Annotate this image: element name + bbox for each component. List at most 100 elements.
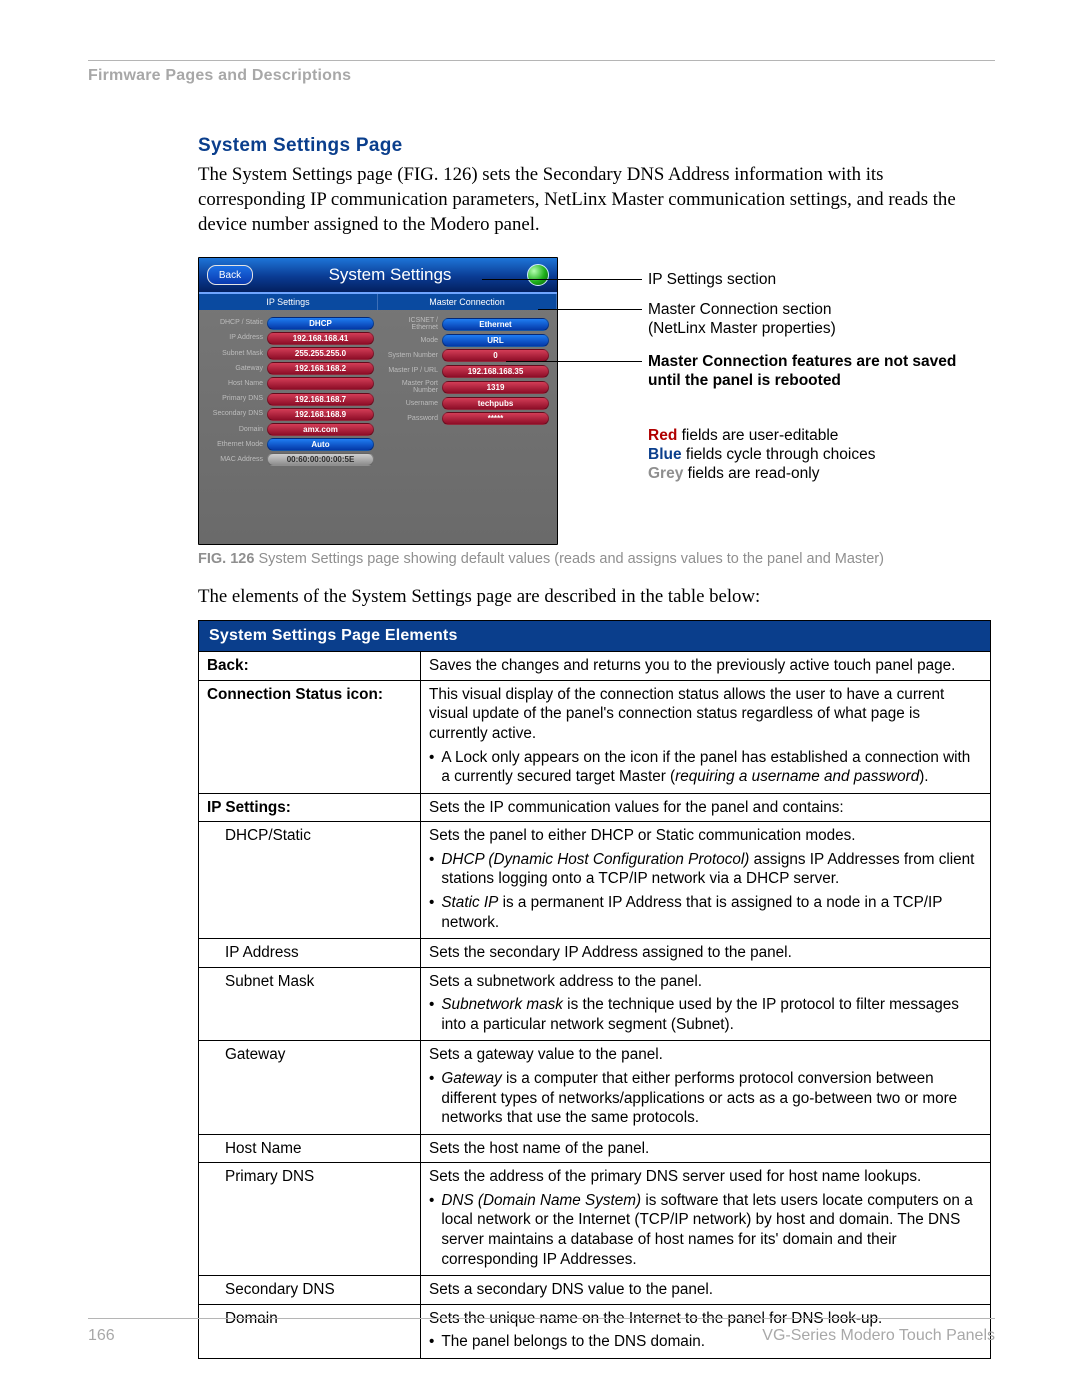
page-number: 166 xyxy=(88,1327,115,1345)
field-row: Username techpubs xyxy=(382,397,549,410)
table-row: DHCP/StaticSets the panel to either DHCP… xyxy=(199,822,991,939)
field-label: Primary DNS xyxy=(207,395,263,403)
figure-caption: FIG. 126 System Settings page showing de… xyxy=(198,551,991,567)
callout-reboot-note: Master Connection features are not saved… xyxy=(648,353,991,391)
field-row: System Number 0 xyxy=(382,349,549,362)
legend-grey: Grey xyxy=(648,465,683,482)
row-desc: Sets a secondary DNS value to the panel. xyxy=(421,1276,991,1305)
field-row: Master IP / URL 192.168.168.35 xyxy=(382,365,549,378)
table-row: Primary DNSSets the address of the prima… xyxy=(199,1163,991,1276)
page-header: Firmware Pages and Descriptions xyxy=(88,67,995,85)
row-desc: Sets the host name of the panel. xyxy=(421,1134,991,1163)
field-row: Password ***** xyxy=(382,412,549,425)
table-intro: The elements of the System Settings page… xyxy=(198,585,991,610)
field-label: Password xyxy=(382,415,438,423)
field-value[interactable]: 192.168.168.9 xyxy=(267,408,374,421)
row-label: IP Settings: xyxy=(199,793,421,822)
row-label: Connection Status icon: xyxy=(199,680,421,793)
row-label: Host Name xyxy=(199,1134,421,1163)
table-row: IP AddressSets the secondary IP Address … xyxy=(199,939,991,968)
field-value[interactable]: 192.168.168.7 xyxy=(267,393,374,406)
callout-master-connection: Master Connection section xyxy=(648,301,832,318)
field-row: Mode URL xyxy=(382,334,549,347)
section-ip-settings: IP Settings xyxy=(199,294,378,310)
table-row: Subnet MaskSets a subnetwork address to … xyxy=(199,967,991,1041)
field-value[interactable]: techpubs xyxy=(442,397,549,410)
field-label: Ethernet Mode xyxy=(207,441,263,449)
legend-red: Red xyxy=(648,427,677,444)
section-master-connection: Master Connection xyxy=(378,294,557,310)
field-label: IP Address xyxy=(207,334,263,342)
row-label: IP Address xyxy=(199,939,421,968)
table-row: GatewaySets a gateway value to the panel… xyxy=(199,1041,991,1134)
field-row: Gateway 192.168.168.2 xyxy=(207,362,374,375)
back-button[interactable]: Back xyxy=(207,265,253,285)
row-desc: Sets a gateway value to the panel.Gatewa… xyxy=(421,1041,991,1134)
field-value[interactable]: 255.255.255.0 xyxy=(267,347,374,360)
figure-block: Back System Settings IP Settings Master … xyxy=(198,257,991,545)
table-row: Secondary DNSSets a secondary DNS value … xyxy=(199,1276,991,1305)
field-label: ICSNET / Ethernet xyxy=(382,317,438,332)
table-row: Host NameSets the host name of the panel… xyxy=(199,1134,991,1163)
row-desc: Sets the secondary IP Address assigned t… xyxy=(421,939,991,968)
field-row: Ethernet Mode Auto xyxy=(207,438,374,451)
table-row: Connection Status icon:This visual displ… xyxy=(199,680,991,793)
field-row: Primary DNS 192.168.168.7 xyxy=(207,393,374,406)
field-row: DHCP / Static DHCP xyxy=(207,317,374,330)
field-value[interactable]: amx.com xyxy=(267,423,374,436)
field-label: Master IP / URL xyxy=(382,367,438,375)
field-row: Host Name xyxy=(207,377,374,390)
field-value[interactable]: DHCP xyxy=(267,317,374,330)
field-label: Domain xyxy=(207,426,263,434)
field-row: Domain amx.com xyxy=(207,423,374,436)
connection-status-icon[interactable] xyxy=(527,264,549,286)
field-value[interactable]: Ethernet xyxy=(442,318,549,331)
page-title: System Settings Page xyxy=(198,135,991,157)
field-label: Host Name xyxy=(207,380,263,388)
legend-blue: Blue xyxy=(648,446,682,463)
callout-ip-settings: IP Settings section xyxy=(648,271,991,290)
intro-paragraph: The System Settings page (FIG. 126) sets… xyxy=(198,163,991,237)
field-row: IP Address 192.168.168.41 xyxy=(207,332,374,345)
table-header: System Settings Page Elements xyxy=(199,621,991,652)
field-value[interactable]: URL xyxy=(442,334,549,347)
callouts: IP Settings section Master Connection se… xyxy=(568,257,991,545)
field-row: MAC Address 00:60:00:00:00:5E xyxy=(207,453,374,466)
table-row: Back:Saves the changes and returns you t… xyxy=(199,652,991,681)
screenshot: Back System Settings IP Settings Master … xyxy=(198,257,558,545)
screenshot-title: System Settings xyxy=(329,265,452,285)
field-label: System Number xyxy=(382,352,438,360)
field-value[interactable]: ***** xyxy=(442,412,549,425)
field-value[interactable] xyxy=(267,377,374,390)
field-label: Secondary DNS xyxy=(207,410,263,418)
elements-table: System Settings Page Elements Back:Saves… xyxy=(198,620,991,1359)
field-value[interactable]: 192.168.168.2 xyxy=(267,362,374,375)
field-label: DHCP / Static xyxy=(207,319,263,327)
row-label: Back: xyxy=(199,652,421,681)
field-label: MAC Address xyxy=(207,456,263,464)
footer-doc-title: VG-Series Modero Touch Panels xyxy=(762,1327,995,1345)
row-label: Secondary DNS xyxy=(199,1276,421,1305)
field-value[interactable]: Auto xyxy=(267,438,374,451)
row-label: DHCP/Static xyxy=(199,822,421,939)
field-value[interactable]: 192.168.168.35 xyxy=(442,365,549,378)
field-label: Gateway xyxy=(207,365,263,373)
field-row: Subnet Mask255.255.255.0 xyxy=(207,347,374,360)
row-label: Subnet Mask xyxy=(199,967,421,1041)
row-desc: Sets the address of the primary DNS serv… xyxy=(421,1163,991,1276)
row-label: Primary DNS xyxy=(199,1163,421,1276)
field-row: Master Port Number1319 xyxy=(382,380,549,395)
field-label: Username xyxy=(382,400,438,408)
field-row: Secondary DNS 192.168.168.9 xyxy=(207,408,374,421)
field-label: Mode xyxy=(382,337,438,345)
field-value[interactable]: 1319 xyxy=(442,381,549,394)
row-desc: Saves the changes and returns you to the… xyxy=(421,652,991,681)
callout-master-connection-sub: (NetLinx Master properties) xyxy=(648,320,836,337)
field-value[interactable]: 0 xyxy=(442,349,549,362)
table-row: IP Settings:Sets the IP communication va… xyxy=(199,793,991,822)
field-value[interactable]: 192.168.168.41 xyxy=(267,332,374,345)
field-value: 00:60:00:00:00:5E xyxy=(267,453,374,466)
row-label: Gateway xyxy=(199,1041,421,1134)
row-desc: Sets the IP communication values for the… xyxy=(421,793,991,822)
row-desc: Sets a subnetwork address to the panel.S… xyxy=(421,967,991,1041)
